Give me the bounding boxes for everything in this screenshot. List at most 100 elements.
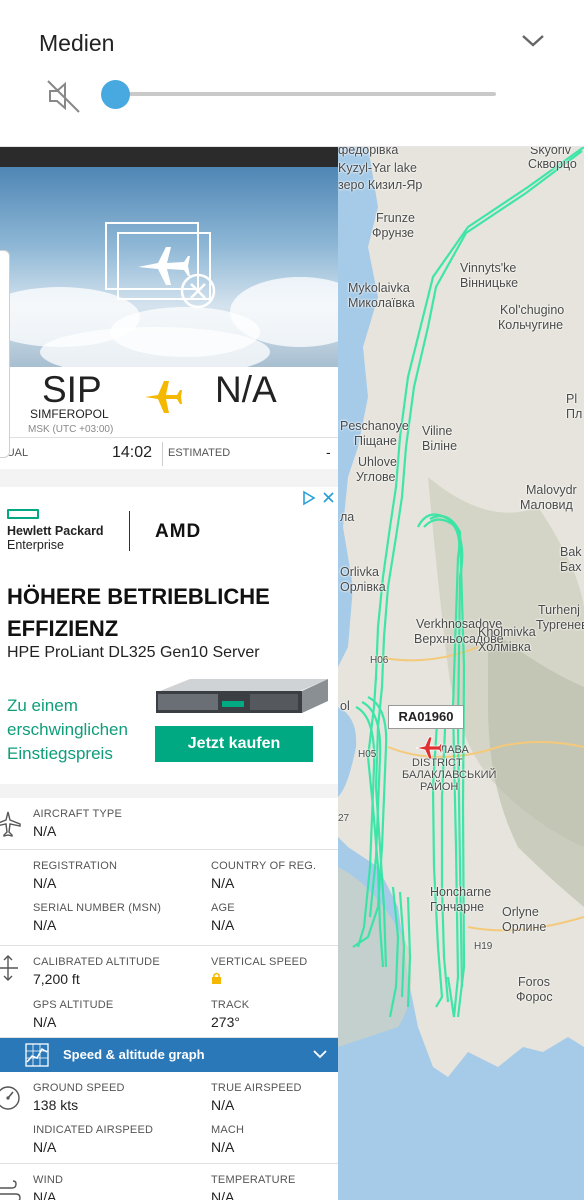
wind: WIND N/A (33, 1174, 64, 1200)
map-label: Orlyne (502, 905, 539, 919)
amd-logo: AMD (155, 521, 202, 542)
media-title: Medien (39, 30, 115, 56)
track: TRACK 273° (211, 999, 250, 1030)
map-label: ла (340, 510, 355, 524)
gps-altitude: GPS ALTITUDE N/A (33, 999, 114, 1030)
aircraft-marker-icon[interactable] (413, 733, 443, 763)
airplane-icon (0, 811, 21, 837)
map-label: Бах (560, 560, 582, 574)
map-label: Орлине (502, 920, 547, 934)
map-label: Фрунзе (372, 226, 415, 240)
advertisement[interactable]: Hewlett Packard Enterprise AMD HÖHERE BET… (0, 487, 338, 784)
calibrated-altitude: CALIBRATED ALTITUDE 7,200 ft (33, 956, 160, 987)
graph-label: Speed & altitude graph (63, 1047, 205, 1062)
map-label: Холмівка (478, 640, 531, 654)
altitude-section: CALIBRATED ALTITUDE 7,200 ft VERTICAL SP… (0, 946, 338, 1038)
map-label: Frunze (376, 211, 415, 225)
ad-subline: HPE ProLiant DL325 Gen10 Server (7, 644, 260, 661)
panel-top-bar (0, 147, 338, 167)
hpe-logo-mark (7, 509, 39, 519)
panel-drag-handle[interactable] (0, 250, 10, 458)
map-label: Кольчугине (498, 318, 564, 332)
ad-promo-text: Zu einem erschwinglichen Einstiegspreis (7, 696, 128, 763)
chevron-down-icon (313, 1050, 327, 1059)
altitude-icon (0, 955, 18, 981)
map-label: Foros (518, 975, 550, 989)
map-label: Тургенев (536, 618, 584, 632)
map-label: Піщане (354, 434, 397, 448)
speaker-muted-icon[interactable] (46, 78, 82, 114)
aircraft-type: AIRCRAFT TYPE N/A (33, 808, 122, 839)
ad-headline: HÖHERE BETRIEBLICHE EFFIZIENZ (7, 584, 270, 641)
map-label: Uhlove (358, 455, 397, 469)
map-label: Kol'chugino (500, 303, 565, 317)
speedometer-icon (0, 1086, 20, 1110)
volume-slider-thumb[interactable] (101, 80, 130, 109)
route-summary: SIP SIMFEROPOL MSK (UTC +03:00) N/A (0, 367, 338, 437)
map-label: РАЙОН (420, 781, 459, 793)
country-of-registration: COUNTRY OF REG. N/A (211, 860, 317, 891)
map-label: H05 (358, 749, 377, 760)
flight-callsign-tag[interactable]: RA01960 (388, 705, 464, 729)
vertical-speed: VERTICAL SPEED (211, 956, 307, 987)
map-label: Миколаївка (348, 296, 415, 310)
map-label: Углове (356, 470, 396, 484)
map-label: Orlivka (340, 565, 379, 579)
map-label: Скворцо (528, 157, 577, 171)
map-label: Honcharne (430, 885, 492, 899)
aircraft-details: AIRCRAFT TYPE N/A REGISTRATION N/A COUNT… (0, 798, 338, 1200)
buy-now-button[interactable]: Jetzt kaufen (155, 726, 313, 762)
map-label: федорівка (338, 147, 399, 157)
ad-divider (129, 511, 130, 551)
estimated-time-label: ESTIMATED (168, 447, 231, 459)
plane-icon (140, 374, 186, 420)
chevron-down-icon[interactable] (520, 30, 546, 50)
map-label: Mykolaivka (348, 281, 410, 295)
map-label: Viline (422, 424, 453, 438)
volume-slider-track[interactable] (116, 92, 496, 96)
aircraft-age: AGE N/A (211, 902, 235, 933)
origin-code: SIP (42, 369, 102, 410)
map-label: Пл (566, 407, 583, 421)
estimated-time-value: - (326, 444, 331, 460)
true-airspeed: TRUE AIRSPEED N/A (211, 1082, 302, 1113)
aircraft-type-section: AIRCRAFT TYPE N/A (0, 798, 338, 850)
indicated-airspeed: INDICATED AIRSPEED N/A (33, 1124, 154, 1155)
flight-map[interactable]: федорівка Kyzyl-Yar lake зеро Кизил-Яр S… (338, 147, 584, 1200)
registration: REGISTRATION N/A (33, 860, 118, 891)
serial-number: SERIAL NUMBER (MSN) N/A (33, 902, 162, 933)
aircraft-photo (0, 167, 338, 367)
map-label: Kholmivka (478, 625, 536, 639)
speed-section: GROUND SPEED 138 kts TRUE AIRSPEED N/A I… (0, 1072, 338, 1164)
ad-choices-icon[interactable] (302, 489, 336, 507)
map-label: Віліне (422, 439, 458, 453)
map-label: Kyzyl-Yar lake (338, 161, 417, 175)
divider (162, 442, 163, 466)
map-label: H06 (370, 655, 389, 666)
map-label: Гончарне (430, 900, 485, 914)
media-volume-panel: Medien (0, 0, 584, 147)
registration-section: REGISTRATION N/A COUNTRY OF REG. N/A SER… (0, 850, 338, 946)
origin-timezone: MSK (UTC +03:00) (28, 424, 114, 435)
temperature: TEMPERATURE N/A (211, 1174, 296, 1200)
map-label: Malovydr (526, 483, 577, 497)
mach: MACH N/A (211, 1124, 245, 1155)
times-row: TUAL 14:02 ESTIMATED - (0, 437, 338, 469)
hpe-logo: Hewlett Packard Enterprise (7, 509, 117, 552)
hpe-logo-text: Hewlett Packard Enterprise (7, 524, 104, 552)
wind-icon (0, 1180, 21, 1200)
graph-icon (25, 1043, 49, 1067)
map-label: H19 (474, 941, 493, 952)
actual-time-value: 14:02 (112, 444, 153, 461)
map-label: Bak (560, 545, 582, 559)
map-label: Форос (516, 990, 553, 1004)
map-label: Pl (566, 392, 578, 406)
destination-code: N/A (215, 369, 277, 410)
no-photo-icon (105, 222, 216, 309)
map-label: Peschanoye (340, 419, 409, 433)
map-label: Маловид (520, 498, 573, 512)
map-label: 27 (338, 813, 350, 824)
speed-altitude-graph-toggle[interactable]: Speed & altitude graph (0, 1038, 338, 1072)
map-label: ol (340, 699, 350, 713)
map-label: Вінницьке (460, 276, 519, 290)
